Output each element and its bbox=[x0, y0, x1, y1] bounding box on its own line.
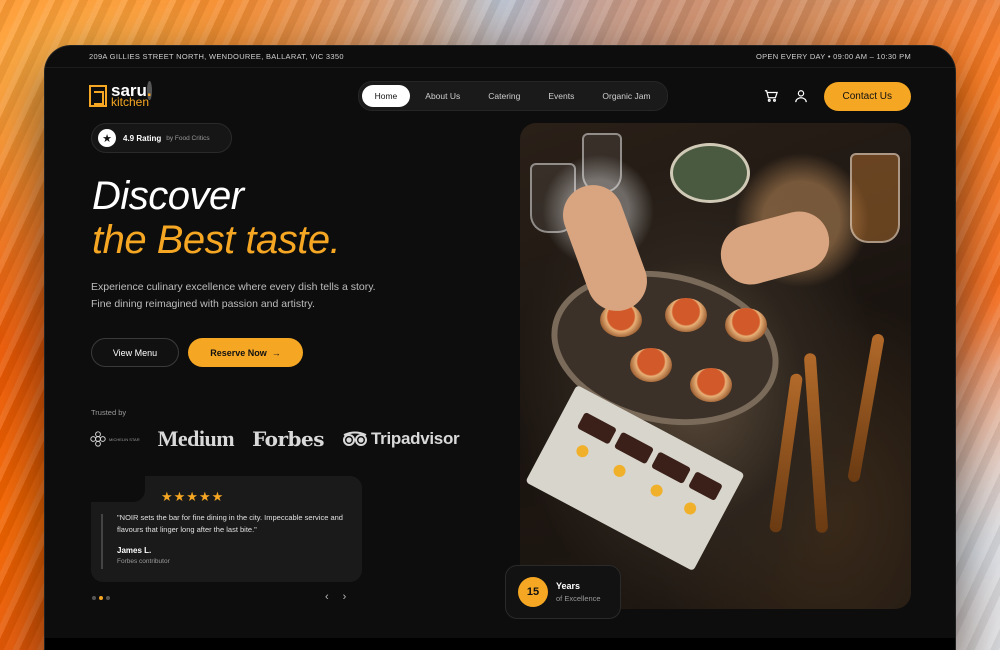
brand-logo[interactable]: saru. kitchen bbox=[89, 81, 152, 109]
rating-badge: ★ 4.9 Rating by Food Critics bbox=[91, 123, 232, 153]
nav-menu: Home About Us Catering Events Organic Ja… bbox=[357, 81, 668, 111]
testimonial-quote: "NOIR sets the bar for fine dining in th… bbox=[117, 513, 343, 534]
hero-heading: Discover the Best taste. bbox=[92, 174, 341, 262]
hero-heading-line2: the Best taste. bbox=[92, 218, 341, 262]
rating-value: 4.9 Rating bbox=[123, 133, 162, 143]
tartlet bbox=[690, 368, 732, 402]
nav-item-catering[interactable]: Catering bbox=[475, 85, 533, 107]
tripadvisor-logo: Tripadvisor bbox=[342, 429, 460, 449]
hero-description: Experience culinary excellence where eve… bbox=[91, 281, 376, 310]
medium-logo: Medium bbox=[157, 426, 235, 451]
testimonial-author: James L. bbox=[117, 546, 152, 555]
tartlet bbox=[630, 348, 672, 382]
hero-heading-line1: Discover bbox=[92, 174, 244, 218]
hero-food-photo bbox=[520, 123, 911, 609]
testimonial-stars: ★★★★★ bbox=[161, 489, 225, 504]
michelin-text: MICHELIN STAR bbox=[109, 436, 140, 442]
chevron-right-icon[interactable]: › bbox=[343, 591, 347, 603]
rating-source: by Food Critics bbox=[166, 134, 210, 142]
nav-actions: Contact Us bbox=[764, 81, 911, 111]
reserve-now-button[interactable]: Reserve Now → bbox=[188, 338, 303, 367]
trusted-logos: MICHELIN STAR Medium Forbes Tripadvisor bbox=[90, 426, 460, 452]
carousel-dot-active[interactable] bbox=[99, 596, 103, 600]
tartlet bbox=[725, 308, 767, 342]
hand bbox=[714, 204, 836, 292]
carousel-arrows: ‹ › bbox=[325, 591, 346, 603]
years-number: 15 bbox=[518, 577, 548, 607]
carousel-dot[interactable] bbox=[106, 596, 110, 600]
chevron-left-icon[interactable]: ‹ bbox=[325, 591, 329, 603]
tartlet bbox=[665, 298, 707, 332]
nav-item-about-us[interactable]: About Us bbox=[412, 85, 473, 107]
years-title: Years bbox=[556, 581, 581, 591]
star-icon: ★ bbox=[98, 129, 116, 147]
logo-mark-icon bbox=[89, 85, 107, 107]
testimonial-author-role: Forbes contributor bbox=[117, 558, 170, 565]
info-bar: 209A GILLIES STREET NORTH, WENDOUREE, BA… bbox=[45, 46, 955, 68]
wine-glass bbox=[582, 133, 622, 193]
forbes-logo: Forbes bbox=[252, 427, 325, 451]
carousel-dots bbox=[92, 596, 110, 600]
bottom-section bbox=[45, 638, 955, 650]
carousel-dot[interactable] bbox=[92, 596, 96, 600]
website-window: 209A GILLIES STREET NORTH, WENDOUREE, BA… bbox=[45, 46, 955, 650]
cart-icon[interactable] bbox=[764, 89, 778, 103]
michelin-logo: MICHELIN STAR bbox=[90, 431, 140, 447]
arrow-right-icon: → bbox=[271, 347, 281, 358]
skewer bbox=[847, 333, 885, 483]
years-subtitle: of Excellence bbox=[556, 594, 601, 603]
michelin-flower-icon bbox=[90, 431, 106, 447]
trusted-by-label: Trusted by bbox=[91, 408, 127, 417]
quote-bar bbox=[101, 514, 103, 569]
testimonial-card: ★★★★★ "NOIR sets the bar for fine dining… bbox=[91, 476, 362, 582]
nav-item-events[interactable]: Events bbox=[535, 85, 587, 107]
main-nav: saru. kitchen Home About Us Catering Eve… bbox=[89, 80, 911, 112]
user-icon[interactable] bbox=[794, 89, 808, 103]
brand-sub: kitchen bbox=[111, 95, 150, 109]
tripadvisor-text: Tripadvisor bbox=[371, 429, 460, 448]
reserve-now-label: Reserve Now bbox=[210, 347, 267, 358]
view-menu-button[interactable]: View Menu bbox=[91, 338, 179, 367]
cocktail-glass bbox=[850, 153, 900, 243]
skewer bbox=[803, 352, 829, 534]
address-text: 209A GILLIES STREET NORTH, WENDOUREE, BA… bbox=[89, 52, 344, 61]
contact-us-button[interactable]: Contact Us bbox=[823, 81, 911, 111]
tripadvisor-owl-icon bbox=[343, 431, 368, 446]
side-plate bbox=[670, 143, 750, 203]
nav-item-organic-jam[interactable]: Organic Jam bbox=[589, 85, 663, 107]
years-badge: 15 Years of Excellence bbox=[505, 565, 621, 619]
opening-hours-text: OPEN EVERY DAY • 09:00 AM – 10:30 PM bbox=[755, 52, 911, 61]
nav-item-home[interactable]: Home bbox=[361, 85, 411, 107]
skewer bbox=[768, 372, 804, 534]
